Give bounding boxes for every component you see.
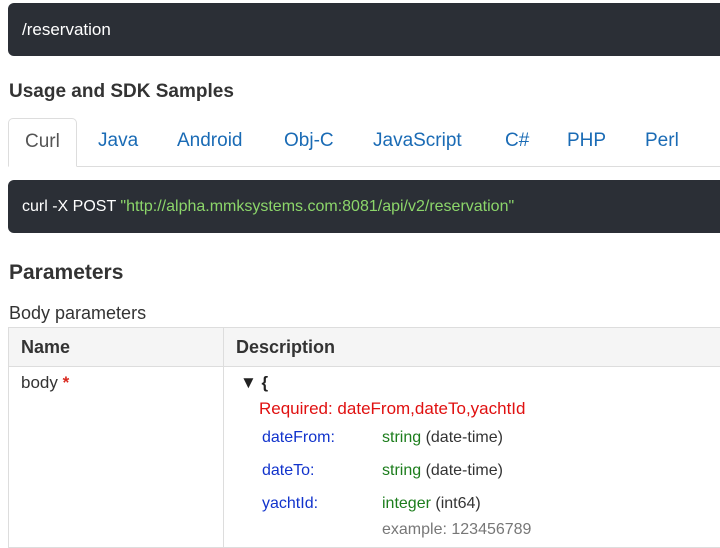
endpoint-path-bar[interactable]: /reservation [8,3,720,56]
curl-url: "http://alpha.mmksystems.com:8081/api/v2… [120,198,514,215]
prop-type-dateto: string (date-time) [382,462,503,480]
tab-javascript[interactable]: JavaScript [373,118,462,166]
schema-toggle[interactable]: ▼ { [240,373,268,393]
param-description-cell: ▼ { Required: dateFrom,dateTo,yachtId da… [224,367,720,548]
type-format: (date-time) [426,429,503,446]
param-name-cell: body * [9,367,224,548]
required-marker: * [63,373,70,392]
tab-objc[interactable]: Obj-C [284,118,334,166]
sdk-tabs: Curl Java Android Obj-C JavaScript C# PH… [8,118,720,167]
description-column-header: Description [224,328,720,367]
usage-section-title: Usage and SDK Samples [9,81,234,103]
curl-command: curl -X POST [22,198,116,215]
tab-android[interactable]: Android [177,118,243,166]
parameters-title: Parameters [9,261,123,285]
type-keyword: string [382,462,421,479]
tab-csharp[interactable]: C# [505,118,529,166]
type-format: (date-time) [426,462,503,479]
table-row: body * ▼ { Required: dateFrom,dateTo,yac… [9,367,720,548]
curl-sample[interactable]: curl -X POST "http://alpha.mmksystems.co… [8,180,720,233]
type-format: (int64) [435,495,480,512]
body-parameters-label: Body parameters [9,303,146,324]
prop-type-datefrom: string (date-time) [382,429,503,447]
tab-php[interactable]: PHP [567,118,606,166]
parameters-table: Name Description body * ▼ { Required: da… [8,327,720,548]
type-keyword: integer [382,495,431,512]
tab-java[interactable]: Java [98,118,138,166]
prop-name-dateto: dateTo: [262,462,314,480]
table-header-row: Name Description [9,328,720,367]
prop-name-yachtid: yachtId: [262,495,318,513]
type-keyword: string [382,429,421,446]
param-name: body [21,373,58,392]
tab-perl[interactable]: Perl [645,118,679,166]
name-column-header: Name [9,328,224,367]
prop-type-yachtid: integer (int64) [382,495,481,513]
required-fields: Required: dateFrom,dateTo,yachtId [259,399,525,419]
tab-curl[interactable]: Curl [8,118,77,167]
prop-name-datefrom: dateFrom: [262,429,335,447]
endpoint-path: /reservation [22,20,111,39]
example-value: example: 123456789 [382,521,531,539]
